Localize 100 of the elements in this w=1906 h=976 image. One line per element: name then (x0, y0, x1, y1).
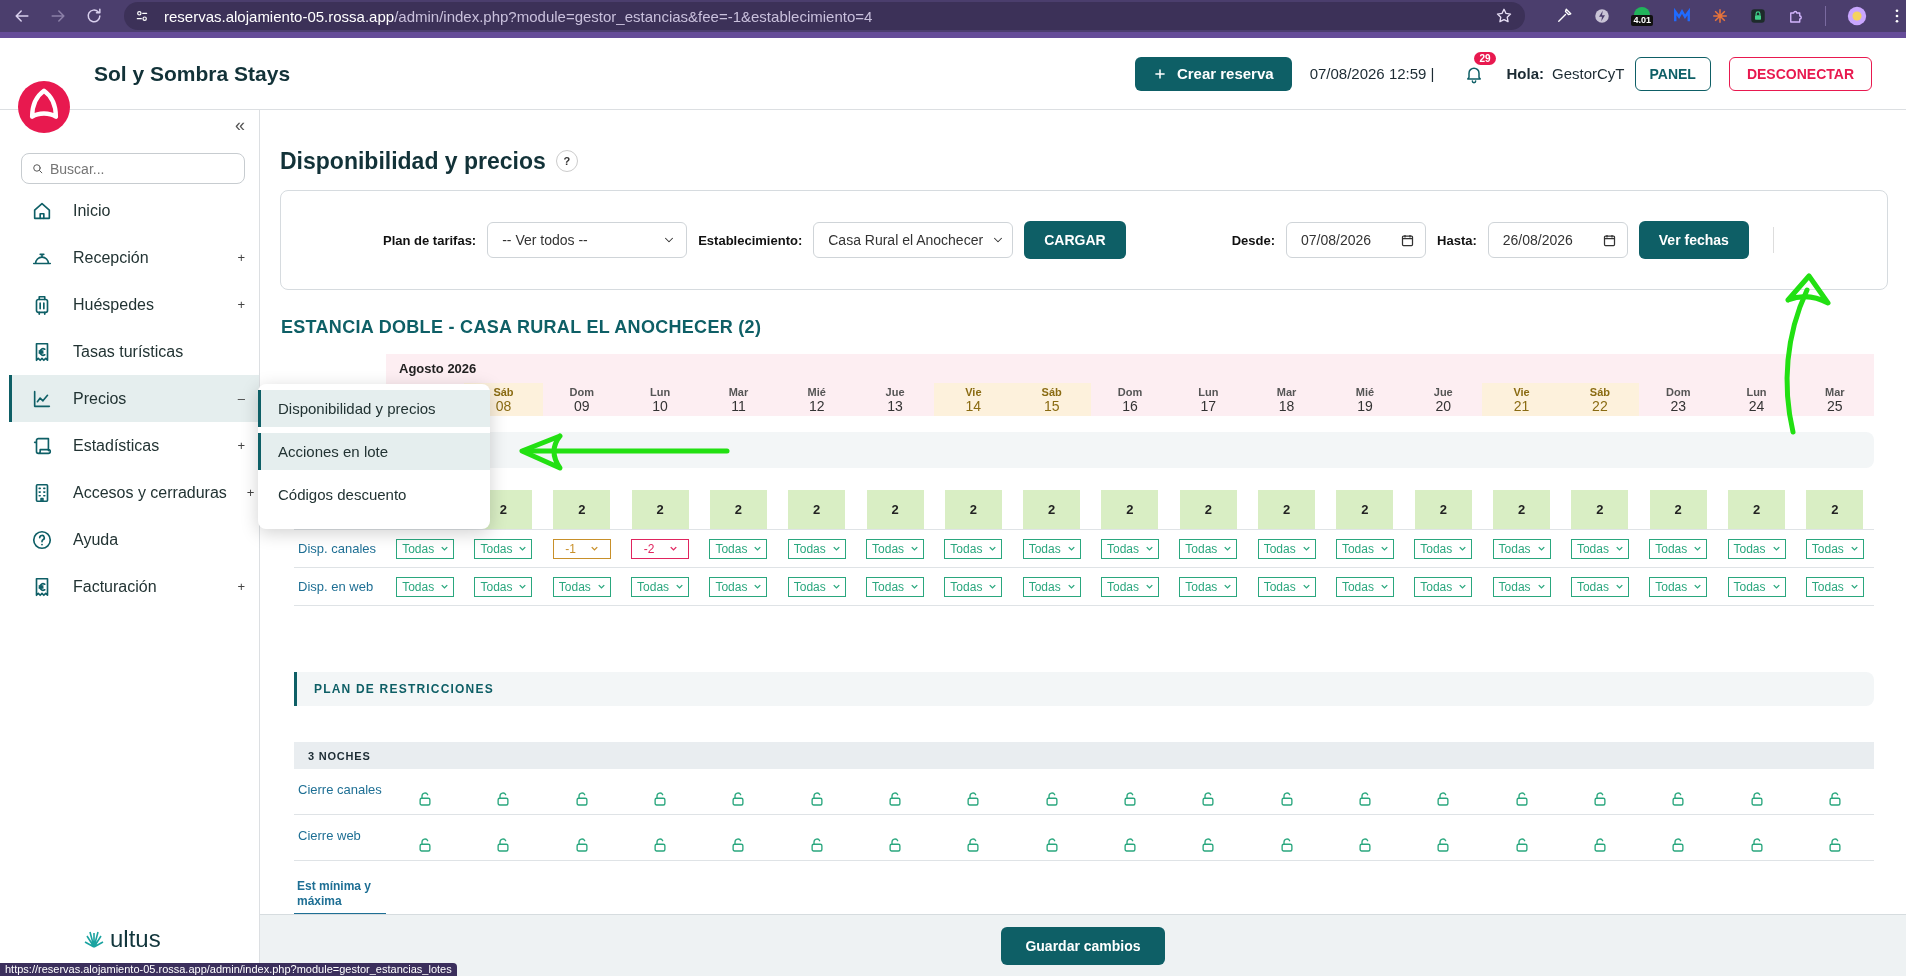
panel-button[interactable]: PANEL (1634, 56, 1711, 91)
notification-badge: 29 (1474, 51, 1496, 65)
day-header: Vie 21 (1482, 383, 1561, 416)
availability-dropdown[interactable]: -1 (552, 538, 611, 559)
expand-toggle[interactable]: – (237, 391, 245, 406)
availability-dropdown[interactable]: Todas (1649, 576, 1708, 597)
date-time: 07/08/2026 12:59 | (1309, 65, 1435, 82)
unlocked-padlock-icon[interactable] (1121, 790, 1139, 808)
availability-dropdown[interactable]: Todas (944, 576, 1003, 597)
sidebar-item[interactable]: Inicio (9, 187, 259, 234)
semicircle-icon[interactable] (1634, 6, 1651, 15)
bookmark-star-icon[interactable] (1495, 7, 1514, 25)
availability-dropdown[interactable]: Todas (1257, 538, 1316, 559)
availability-dropdown[interactable]: Todas (787, 576, 846, 597)
availability-dropdown[interactable]: -2 (631, 538, 690, 559)
user-name: GestorCyT (1552, 65, 1625, 82)
day-header: Mar 11 (727, 384, 750, 416)
availability-dropdown[interactable]: Todas (1727, 576, 1786, 597)
availability-dropdown[interactable]: Todas (787, 538, 846, 559)
property-dropdown[interactable]: Casa Rural el Anochecer (813, 222, 1014, 258)
collapse-toggle[interactable]: « (235, 116, 245, 134)
avatar-icon[interactable] (1846, 5, 1868, 27)
availability-dropdown[interactable]: Todas (1101, 576, 1159, 597)
row-label: Disp. en web (297, 579, 375, 594)
availability-dropdown[interactable]: Todas (396, 538, 455, 559)
load-button[interactable]: CARGAR (1024, 221, 1126, 259)
app-logo-icon[interactable] (18, 81, 70, 133)
sidebar-item[interactable]: Estadísticas + (9, 422, 259, 469)
availability-dropdown[interactable]: Todas (1649, 538, 1708, 559)
availability-dropdown[interactable]: Todas (1335, 538, 1394, 559)
availability-dropdown[interactable]: Todas (1570, 576, 1629, 597)
availability-dropdown[interactable]: Todas (1492, 538, 1551, 559)
day-header: Dom 09 (568, 384, 595, 416)
availability-dropdown[interactable]: Todas (866, 538, 925, 559)
menu-item[interactable]: Disponibilidad y precios (258, 390, 490, 427)
availability-dropdown[interactable]: Todas (1492, 576, 1551, 597)
availability-dropdown[interactable]: Todas (866, 576, 925, 597)
availability-dropdown[interactable]: Todas (1805, 538, 1864, 559)
create-booking-button[interactable]: Crear reserva (1134, 56, 1292, 91)
shield-lock-icon[interactable] (1749, 7, 1767, 25)
day-header: Mar 25 (1824, 384, 1846, 416)
eyedropper-icon[interactable] (1555, 7, 1574, 25)
rate-plan-dropdown[interactable]: -- Ver todos -- (487, 222, 688, 258)
availability-dropdown[interactable]: Todas (1257, 576, 1316, 597)
availability-dropdown[interactable]: Todas (474, 576, 533, 597)
availability-dropdown[interactable]: Todas (1022, 576, 1081, 597)
sidebar-item[interactable]: Tasas turísticas (9, 328, 259, 375)
availability-dropdown[interactable]: Todas (1022, 538, 1081, 559)
availability-cell: 2 (553, 490, 611, 529)
availability-dropdown[interactable]: Todas (474, 538, 533, 559)
availability-cell: 2 (1571, 490, 1629, 529)
unlocked-padlock-icon[interactable] (1121, 836, 1139, 854)
site-settings-icon[interactable] (134, 8, 150, 24)
availability-dropdown[interactable]: Todas (1414, 538, 1473, 559)
availability-dropdown[interactable]: Todas (1179, 576, 1238, 597)
availability-dropdown[interactable]: Todas (1179, 538, 1238, 559)
availability-dropdown[interactable]: Todas (944, 538, 1003, 559)
sidebar-item[interactable]: Facturación + (9, 563, 259, 610)
date-field[interactable]: 07/08/2026 (1286, 222, 1427, 258)
availability-dropdown[interactable]: Todas (631, 576, 690, 597)
sidebar-item[interactable]: Huéspedes + (9, 281, 259, 328)
availability-dropdown[interactable]: Todas (1335, 576, 1394, 597)
availability-dropdown[interactable]: Todas (552, 576, 611, 597)
save-button[interactable]: Guardar cambios (1001, 926, 1165, 965)
field-label: Establecimiento: (698, 232, 803, 248)
view-dates-button[interactable]: Ver fechas (1638, 221, 1749, 259)
day-header: Lun 10 (649, 384, 672, 416)
sidebar-item[interactable]: Recepción + (9, 234, 259, 281)
expand-toggle[interactable]: + (246, 485, 255, 500)
availability-dropdown[interactable]: Todas (396, 576, 455, 597)
expand-toggle[interactable]: + (237, 579, 245, 594)
availability-dropdown[interactable]: Todas (1727, 538, 1786, 559)
search-field[interactable]: Buscar... (21, 153, 245, 184)
asterisk-icon[interactable] (1711, 7, 1729, 25)
availability-dropdown[interactable]: Todas (1805, 576, 1864, 597)
sidebar-item[interactable]: Ayuda (9, 516, 259, 563)
day-header: Sáb 22 (1560, 383, 1640, 416)
availability-cell: 2 (1414, 490, 1472, 529)
day-header: Mié 19 (1354, 384, 1376, 416)
expand-toggle[interactable]: + (237, 250, 245, 265)
logout-button[interactable]: DESCONECTAR (1728, 56, 1872, 91)
availability-dropdown[interactable]: Todas (709, 576, 768, 597)
availability-cell: 2 (1649, 490, 1707, 529)
availability-dropdown[interactable]: Todas (1101, 538, 1159, 559)
availability-cell: 2 (1258, 490, 1316, 529)
row-label: Disp. canales (297, 541, 378, 556)
date-field[interactable]: 26/08/2026 (1487, 222, 1628, 258)
day-header: Dom 16 (1116, 384, 1144, 416)
availability-dropdown[interactable]: Todas (709, 538, 768, 559)
sidebar-item[interactable]: Accesos y cerraduras + (9, 469, 259, 516)
day-header: Sáb 15 (1012, 383, 1091, 416)
menu-item[interactable]: Acciones en lote (258, 433, 490, 470)
sidebar-item[interactable]: Precios – (9, 375, 259, 422)
bolt-icon[interactable] (1593, 7, 1612, 25)
availability-dropdown[interactable]: Todas (1414, 576, 1473, 597)
day-header: Mié 12 (806, 384, 827, 416)
address-bar[interactable]: reservas.alojamiento-05.rossa.app/admin/index.php?module=gestor_estancias&fee=-1&establecimiento=4 (124, 2, 1526, 30)
availability-dropdown[interactable]: Todas (1570, 538, 1629, 559)
expand-toggle[interactable]: + (237, 438, 245, 453)
expand-toggle[interactable]: + (237, 297, 245, 312)
